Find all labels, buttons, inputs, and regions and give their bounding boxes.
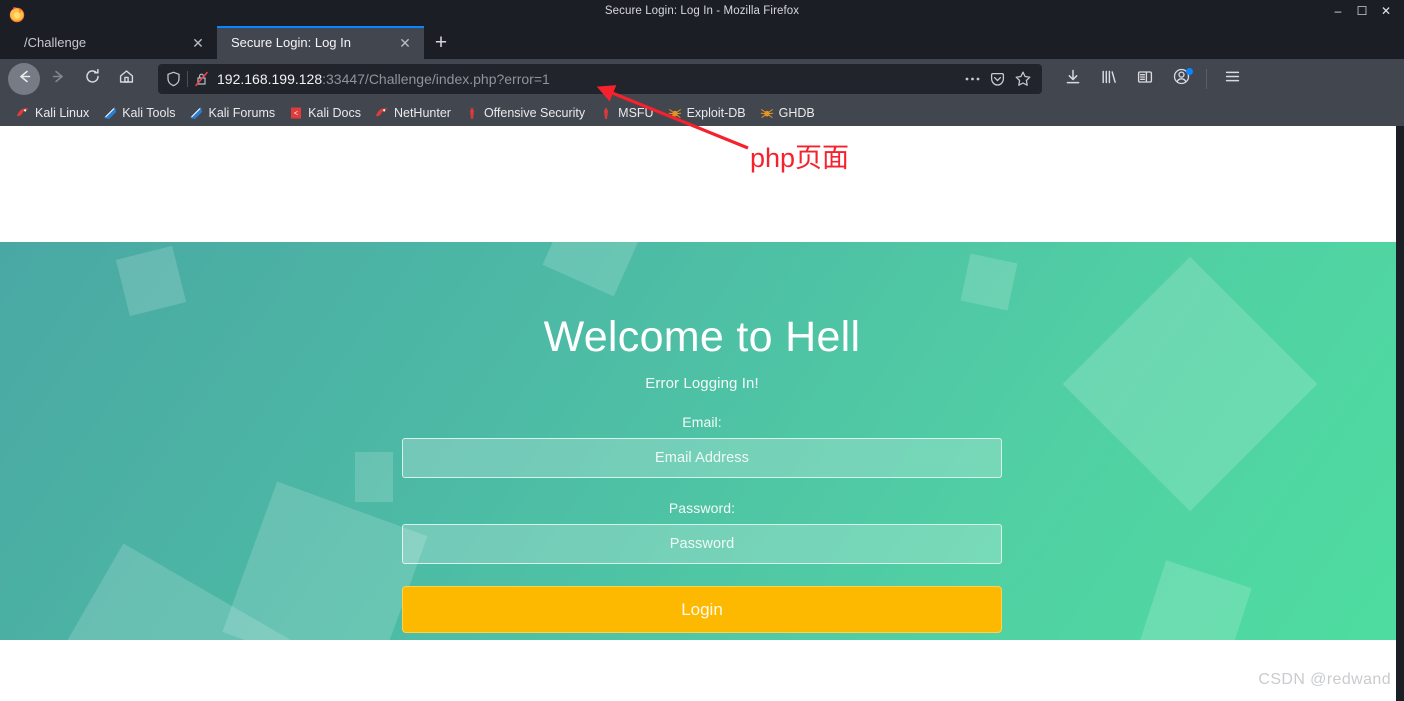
- decorative-square: [355, 452, 393, 502]
- bookmark-msfu[interactable]: MSFU: [593, 103, 659, 123]
- app-menu-button[interactable]: [1217, 64, 1247, 94]
- url-path: :33447/Challenge/index.php?error=1: [322, 71, 550, 87]
- decorative-square: [1062, 256, 1318, 512]
- back-button[interactable]: [8, 63, 40, 95]
- bookmark-offensive-security[interactable]: Offensive Security: [459, 103, 591, 123]
- error-message: Error Logging In!: [645, 375, 759, 393]
- url-host: 192.168.199.128: [217, 71, 323, 87]
- email-label: Email:: [682, 414, 722, 431]
- toolbar-right-actions: [1052, 64, 1247, 94]
- tabs-row: /Challenge ✕ Secure Login: Log In ✕ +: [4, 22, 458, 59]
- svg-text:<: <: [294, 110, 298, 118]
- bookmarks-bar: Kali Linux Kali Tools Kali Forums < Kali…: [0, 99, 1404, 126]
- window-title: Secure Login: Log In - Mozilla Firefox: [604, 5, 800, 17]
- url-bar-actions: [964, 70, 1036, 88]
- offsec-logo-icon: [599, 106, 613, 120]
- firefox-logo-icon: [8, 5, 26, 23]
- exploitdb-spider-icon: [760, 106, 774, 120]
- bookmark-kali-tools[interactable]: Kali Tools: [97, 103, 181, 123]
- bookmark-kali-docs[interactable]: < Kali Docs: [283, 103, 367, 123]
- url-text[interactable]: 192.168.199.128:33447/Challenge/index.ph…: [215, 64, 958, 94]
- email-input[interactable]: Email Address: [402, 438, 1002, 479]
- page-content: Welcome to Hell Error Logging In! Email:…: [0, 126, 1404, 701]
- url-separator: [187, 71, 188, 87]
- forward-button[interactable]: [42, 63, 74, 95]
- account-notification-badge: [1186, 68, 1193, 75]
- password-label: Password:: [668, 500, 736, 517]
- navigation-toolbar: 192.168.199.128:33447/Challenge/index.ph…: [0, 59, 1404, 99]
- bookmark-star-icon[interactable]: [1014, 70, 1032, 88]
- bookmark-label: Kali Docs: [308, 105, 361, 120]
- decorative-square: [115, 245, 187, 317]
- bookmark-label: NetHunter: [393, 105, 451, 120]
- kali-dragon-red-icon: [16, 106, 30, 120]
- password-input[interactable]: Password: [402, 524, 1002, 565]
- page-title: Welcome to Hell: [543, 313, 861, 361]
- bookmark-nethunter[interactable]: NetHunter: [369, 103, 457, 123]
- kali-dragon-blue-icon: [189, 106, 203, 120]
- kali-dragon-red-icon: [375, 106, 389, 120]
- library-button[interactable]: [1094, 64, 1124, 94]
- tab-strip: /Challenge ✕ Secure Login: Log In ✕ +: [0, 7, 1404, 59]
- account-button[interactable]: [1166, 64, 1196, 94]
- forward-arrow-icon: [50, 68, 67, 90]
- maximize-button[interactable]: ☐: [1356, 5, 1368, 17]
- bookmark-label: Kali Tools: [122, 105, 176, 120]
- tab-secure-login[interactable]: Secure Login: Log In ✕: [217, 26, 424, 59]
- offsec-logo-icon: [465, 106, 479, 120]
- decorative-square: [23, 543, 297, 640]
- tracking-protection-shield-icon[interactable]: [166, 71, 181, 87]
- exploitdb-spider-icon: [668, 106, 682, 120]
- bookmark-label: Kali Forums: [208, 105, 276, 120]
- downloads-button[interactable]: [1058, 64, 1088, 94]
- back-arrow-icon: [16, 68, 33, 90]
- close-window-button[interactable]: ✕: [1380, 5, 1392, 17]
- vertical-scrollbar[interactable]: [1396, 126, 1404, 701]
- save-to-pocket-icon[interactable]: [989, 71, 1006, 88]
- library-books-icon: [1100, 68, 1118, 91]
- home-icon: [118, 68, 135, 90]
- bookmark-kali-forums[interactable]: Kali Forums: [183, 103, 281, 123]
- bookmark-label: MSFU: [618, 105, 654, 120]
- reload-icon: [84, 68, 101, 90]
- download-icon: [1064, 68, 1082, 91]
- hamburger-menu-icon: [1223, 67, 1242, 91]
- url-bar[interactable]: 192.168.199.128:33447/Challenge/index.ph…: [158, 64, 1042, 94]
- minimize-button[interactable]: –: [1332, 5, 1344, 17]
- title-bar: Secure Login: Log In - Mozilla Firefox –…: [0, 0, 1404, 22]
- decorative-square: [222, 481, 428, 640]
- tab-label: Secure Login: Log In: [231, 35, 351, 50]
- bookmark-label: Exploit-DB: [686, 105, 746, 120]
- home-button[interactable]: [110, 63, 142, 95]
- new-tab-button[interactable]: +: [424, 26, 458, 59]
- bookmark-label: Kali Linux: [35, 105, 90, 120]
- ellipsis-icon[interactable]: [964, 76, 981, 82]
- login-button[interactable]: Login: [402, 586, 1002, 634]
- tab-label: /Challenge: [24, 35, 87, 50]
- page-viewport: Welcome to Hell Error Logging In! Email:…: [0, 126, 1404, 701]
- bookmark-label: GHDB: [778, 105, 815, 120]
- insecure-lock-crossed-icon[interactable]: [194, 71, 209, 87]
- bookmark-exploit-db[interactable]: Exploit-DB: [662, 103, 752, 123]
- window-controls: – ☐ ✕: [1332, 0, 1398, 22]
- watermark: CSDN @redwand: [1258, 671, 1391, 688]
- bookmark-kali-linux[interactable]: Kali Linux: [10, 103, 95, 123]
- bookmark-label: Offensive Security: [483, 105, 586, 120]
- tab-challenge[interactable]: /Challenge ✕: [10, 26, 217, 59]
- login-form-container: Welcome to Hell Error Logging In! Email:…: [402, 242, 1002, 634]
- kali-dragon-blue-icon: [103, 106, 117, 120]
- reload-button[interactable]: [76, 63, 108, 95]
- sidebar-button[interactable]: [1130, 64, 1160, 94]
- bookmark-ghdb[interactable]: GHDB: [754, 103, 821, 123]
- close-icon[interactable]: ✕: [189, 34, 207, 52]
- close-icon[interactable]: ✕: [396, 34, 414, 52]
- sidebar-panel-icon: [1136, 68, 1154, 91]
- login-hero-section: Welcome to Hell Error Logging In! Email:…: [0, 242, 1404, 640]
- kali-docs-book-icon: <: [289, 106, 303, 120]
- toolbar-divider: [1206, 69, 1207, 89]
- decorative-square: [1138, 560, 1252, 640]
